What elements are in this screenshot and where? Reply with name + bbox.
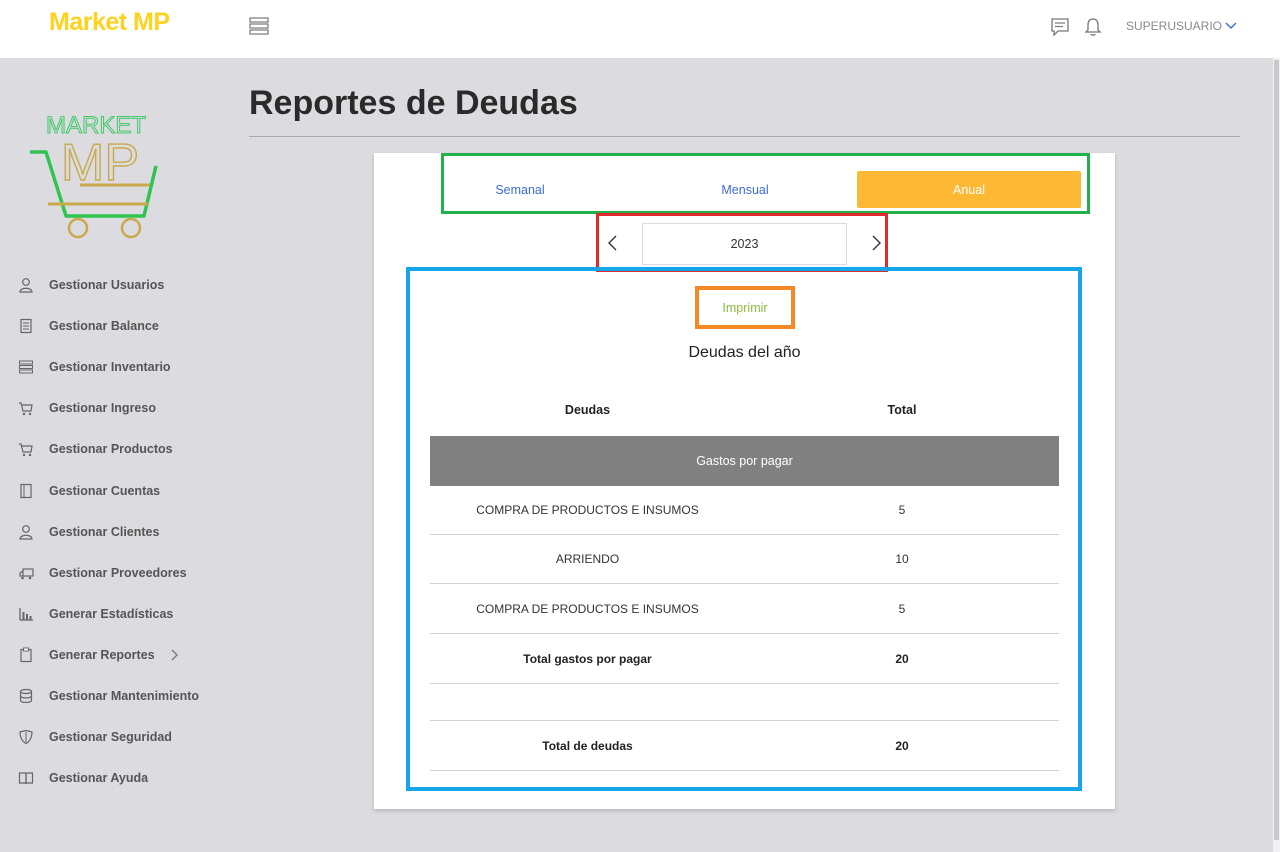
clipboard-icon <box>18 647 34 663</box>
row-total: 10 <box>895 552 909 566</box>
sidebar-item-label: Gestionar Mantenimiento <box>49 689 200 703</box>
grand-total-label: Total de deudas <box>542 738 633 753</box>
user-icon <box>18 277 34 293</box>
row-total: 5 <box>898 602 906 616</box>
sidebar-item-estadisticas[interactable]: Generar Estadísticas <box>18 604 173 624</box>
page-title: Reportes de Deudas <box>249 84 578 122</box>
sidebar-item-label: Gestionar Productos <box>49 442 173 456</box>
grand-total-row: Total de deudas 20 <box>430 721 1059 771</box>
sidebar-item-seguridad[interactable]: Gestionar Seguridad <box>18 727 172 747</box>
sidebar-item-productos[interactable]: Gestionar Productos <box>18 439 173 459</box>
sidebar-item-label: Gestionar Seguridad <box>49 730 172 744</box>
sidebar-item-reportes[interactable]: Generar Reportes <box>18 645 179 665</box>
spacer-row <box>430 684 1059 721</box>
title-divider <box>249 136 1240 137</box>
sidebar-item-label: Gestionar Usuarios <box>49 278 165 292</box>
brand-title[interactable]: Market MP <box>49 8 170 37</box>
sidebar-item-label: Gestionar Inventario <box>49 360 171 374</box>
document-icon <box>18 318 34 334</box>
hamburger-menu-icon[interactable] <box>249 16 269 36</box>
sidebar-item-label: Gestionar Balance <box>49 319 159 333</box>
database-icon <box>18 688 34 704</box>
sidebar-item-label: Gestionar Ayuda <box>49 771 149 785</box>
sidebar-item-label: Gestionar Cuentas <box>49 484 161 498</box>
row-name: ARRIENDO <box>555 552 620 566</box>
tab-mensual[interactable]: Mensual <box>671 171 819 208</box>
sidebar-item-ingreso[interactable]: Gestionar Ingreso <box>18 398 156 418</box>
sidebar-item-proveedores[interactable]: Gestionar Proveedores <box>18 563 187 583</box>
user-icon <box>18 524 34 540</box>
truck-icon <box>18 565 34 581</box>
sidebar-item-label: Gestionar Proveedores <box>49 566 187 580</box>
column-header-total: Total <box>887 403 917 417</box>
bell-icon[interactable] <box>1084 17 1102 37</box>
user-menu[interactable]: SUPERUSUARIO <box>1126 19 1237 33</box>
sidebar-item-cuentas[interactable]: Gestionar Cuentas <box>18 481 160 501</box>
user-name: SUPERUSUARIO <box>1126 19 1223 33</box>
open-book-icon <box>18 770 34 786</box>
sidebar-item-mantenimiento[interactable]: Gestionar Mantenimiento <box>18 686 199 706</box>
cart-icon <box>18 400 34 416</box>
report-title: Deudas del año <box>688 344 801 361</box>
table-row: ARRIENDO 10 <box>430 535 1059 584</box>
chevron-down-icon <box>1225 22 1237 29</box>
book-icon <box>18 483 34 499</box>
chat-icon[interactable] <box>1050 17 1070 37</box>
chevron-right-icon[interactable] <box>869 234 883 252</box>
sidebar-item-label: Gestionar Clientes <box>49 525 160 539</box>
chevron-right-icon[interactable] <box>169 648 179 662</box>
sidebar-item-label: Gestionar Ingreso <box>49 401 156 415</box>
subtotal-value: 20 <box>895 651 909 666</box>
sidebar-item-label: Generar Reportes <box>49 648 155 662</box>
sidebar-item-balance[interactable]: Gestionar Balance <box>18 316 159 336</box>
row-name: COMPRA DE PRODUCTOS E INSUMOS <box>476 602 699 616</box>
sidebar-item-inventario[interactable]: Gestionar Inventario <box>18 357 171 377</box>
sidebar-item-clientes[interactable]: Gestionar Clientes <box>18 522 159 542</box>
shield-icon <box>18 729 34 745</box>
print-button[interactable]: Imprimir <box>695 286 795 329</box>
cart-icon <box>18 441 34 457</box>
list-icon <box>18 359 34 375</box>
year-input[interactable]: 2023 <box>642 223 847 265</box>
top-bar: Market MP SUPERUSUARIO <box>0 0 1280 58</box>
grand-total-value: 20 <box>895 738 909 753</box>
table-row: COMPRA DE PRODUCTOS E INSUMOS 5 <box>430 585 1059 634</box>
subtotal-label: Total gastos por pagar <box>523 651 652 666</box>
market-mp-logo: MARKET MP <box>30 112 158 239</box>
sidebar-item-label: Generar Estadísticas <box>49 607 174 621</box>
logo-text-bottom: MP <box>61 134 139 192</box>
row-total: 5 <box>898 503 906 517</box>
bar-chart-icon <box>18 606 34 622</box>
sidebar-item-ayuda[interactable]: Gestionar Ayuda <box>18 768 148 788</box>
tab-anual[interactable]: Anual <box>857 171 1081 208</box>
section-header: Gastos por pagar <box>430 436 1059 486</box>
row-name: COMPRA DE PRODUCTOS E INSUMOS <box>476 503 699 517</box>
column-header-deudas: Deudas <box>564 403 611 417</box>
subtotal-row: Total gastos por pagar 20 <box>430 634 1059 684</box>
table-row: COMPRA DE PRODUCTOS E INSUMOS 5 <box>430 486 1059 535</box>
sidebar-item-usuarios[interactable]: Gestionar Usuarios <box>18 275 164 295</box>
chevron-left-icon[interactable] <box>606 234 620 252</box>
tab-semanal[interactable]: Semanal <box>446 171 594 208</box>
scrollbar-thumb[interactable] <box>1274 60 1279 840</box>
